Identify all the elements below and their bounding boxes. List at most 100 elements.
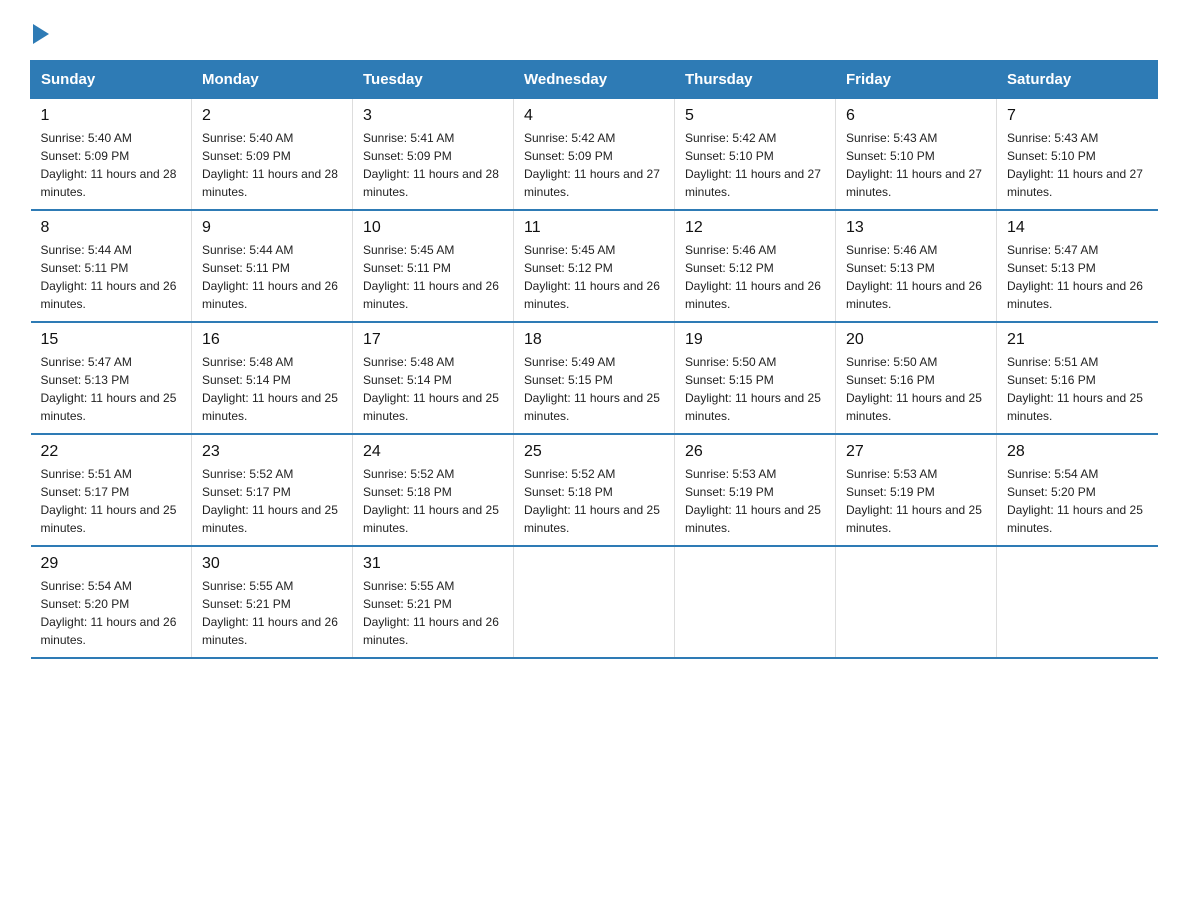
day-info: Sunrise: 5:52 AMSunset: 5:18 PMDaylight:…: [524, 465, 664, 537]
day-info: Sunrise: 5:54 AMSunset: 5:20 PMDaylight:…: [1007, 465, 1148, 537]
day-info: Sunrise: 5:48 AMSunset: 5:14 PMDaylight:…: [202, 353, 342, 425]
day-number: 19: [685, 331, 825, 349]
day-number: 12: [685, 219, 825, 237]
day-info: Sunrise: 5:44 AMSunset: 5:11 PMDaylight:…: [41, 241, 182, 313]
calendar-cell: 8 Sunrise: 5:44 AMSunset: 5:11 PMDaylight…: [31, 210, 192, 322]
day-number: 10: [363, 219, 503, 237]
calendar-cell: 29 Sunrise: 5:54 AMSunset: 5:20 PMDayligh…: [31, 546, 192, 658]
day-number: 20: [846, 331, 986, 349]
day-number: 3: [363, 107, 503, 125]
day-number: 14: [1007, 219, 1148, 237]
day-info: Sunrise: 5:51 AMSunset: 5:16 PMDaylight:…: [1007, 353, 1148, 425]
day-number: 22: [41, 443, 182, 461]
calendar-cell: 1Sunrise: 5:40 AMSunset: 5:09 PMDaylight…: [31, 99, 192, 211]
calendar-cell: [675, 546, 836, 658]
day-info: Sunrise: 5:40 AMSunset: 5:09 PMDaylight:…: [202, 129, 342, 201]
weekday-header-wednesday: Wednesday: [514, 61, 675, 99]
calendar-header: SundayMondayTuesdayWednesdayThursdayFrid…: [31, 61, 1158, 99]
day-info: Sunrise: 5:45 AMSunset: 5:12 PMDaylight:…: [524, 241, 664, 313]
day-info: Sunrise: 5:46 AMSunset: 5:12 PMDaylight:…: [685, 241, 825, 313]
logo: [30, 20, 49, 40]
calendar-cell: 15 Sunrise: 5:47 AMSunset: 5:13 PMDayligh…: [31, 322, 192, 434]
calendar-cell: 19 Sunrise: 5:50 AMSunset: 5:15 PMDayligh…: [675, 322, 836, 434]
calendar-cell: 20 Sunrise: 5:50 AMSunset: 5:16 PMDayligh…: [836, 322, 997, 434]
day-info: Sunrise: 5:50 AMSunset: 5:16 PMDaylight:…: [846, 353, 986, 425]
calendar-cell: 22Sunrise: 5:51 AMSunset: 5:17 PMDayligh…: [31, 434, 192, 546]
day-number: 5: [685, 107, 825, 125]
calendar-cell: 11 Sunrise: 5:45 AMSunset: 5:12 PMDayligh…: [514, 210, 675, 322]
calendar-cell: 30 Sunrise: 5:55 AMSunset: 5:21 PMDayligh…: [192, 546, 353, 658]
page-header: [30, 20, 1158, 40]
day-info: Sunrise: 5:42 AMSunset: 5:09 PMDaylight:…: [524, 129, 664, 201]
day-number: 2: [202, 107, 342, 125]
calendar-cell: [836, 546, 997, 658]
weekday-header-friday: Friday: [836, 61, 997, 99]
calendar-cell: 3Sunrise: 5:41 AMSunset: 5:09 PMDaylight…: [353, 99, 514, 211]
day-info: Sunrise: 5:46 AMSunset: 5:13 PMDaylight:…: [846, 241, 986, 313]
day-info: Sunrise: 5:55 AMSunset: 5:21 PMDaylight:…: [363, 577, 503, 649]
day-number: 9: [202, 219, 342, 237]
weekday-header-sunday: Sunday: [31, 61, 192, 99]
day-number: 13: [846, 219, 986, 237]
day-number: 11: [524, 219, 664, 237]
day-info: Sunrise: 5:40 AMSunset: 5:09 PMDaylight:…: [41, 129, 182, 201]
calendar-cell: 6 Sunrise: 5:43 AMSunset: 5:10 PMDaylight…: [836, 99, 997, 211]
calendar-cell: [997, 546, 1158, 658]
calendar-cell: 2 Sunrise: 5:40 AMSunset: 5:09 PMDaylight…: [192, 99, 353, 211]
calendar-cell: 5 Sunrise: 5:42 AMSunset: 5:10 PMDaylight…: [675, 99, 836, 211]
day-info: Sunrise: 5:54 AMSunset: 5:20 PMDaylight:…: [41, 577, 182, 649]
day-info: Sunrise: 5:42 AMSunset: 5:10 PMDaylight:…: [685, 129, 825, 201]
calendar-cell: 13 Sunrise: 5:46 AMSunset: 5:13 PMDayligh…: [836, 210, 997, 322]
day-info: Sunrise: 5:48 AMSunset: 5:14 PMDaylight:…: [363, 353, 503, 425]
calendar-cell: 26 Sunrise: 5:53 AMSunset: 5:19 PMDayligh…: [675, 434, 836, 546]
calendar-cell: 9 Sunrise: 5:44 AMSunset: 5:11 PMDaylight…: [192, 210, 353, 322]
day-number: 21: [1007, 331, 1148, 349]
day-number: 24: [363, 443, 503, 461]
day-info: Sunrise: 5:44 AMSunset: 5:11 PMDaylight:…: [202, 241, 342, 313]
week-row-2: 8 Sunrise: 5:44 AMSunset: 5:11 PMDaylight…: [31, 210, 1158, 322]
calendar-cell: 24 Sunrise: 5:52 AMSunset: 5:18 PMDayligh…: [353, 434, 514, 546]
day-info: Sunrise: 5:50 AMSunset: 5:15 PMDaylight:…: [685, 353, 825, 425]
day-info: Sunrise: 5:49 AMSunset: 5:15 PMDaylight:…: [524, 353, 664, 425]
day-number: 4: [524, 107, 664, 125]
day-number: 29: [41, 555, 182, 573]
calendar-cell: 14 Sunrise: 5:47 AMSunset: 5:13 PMDayligh…: [997, 210, 1158, 322]
day-info: Sunrise: 5:52 AMSunset: 5:18 PMDaylight:…: [363, 465, 503, 537]
calendar-cell: [514, 546, 675, 658]
weekday-header-saturday: Saturday: [997, 61, 1158, 99]
day-number: 26: [685, 443, 825, 461]
day-number: 8: [41, 219, 182, 237]
day-info: Sunrise: 5:43 AMSunset: 5:10 PMDaylight:…: [846, 129, 986, 201]
day-info: Sunrise: 5:52 AMSunset: 5:17 PMDaylight:…: [202, 465, 342, 537]
day-number: 7: [1007, 107, 1148, 125]
calendar-cell: 21 Sunrise: 5:51 AMSunset: 5:16 PMDayligh…: [997, 322, 1158, 434]
day-number: 25: [524, 443, 664, 461]
calendar-cell: 12 Sunrise: 5:46 AMSunset: 5:12 PMDayligh…: [675, 210, 836, 322]
day-number: 31: [363, 555, 503, 573]
logo-arrow-icon: [33, 24, 49, 44]
weekday-header-tuesday: Tuesday: [353, 61, 514, 99]
calendar-cell: 25 Sunrise: 5:52 AMSunset: 5:18 PMDayligh…: [514, 434, 675, 546]
calendar-cell: 7Sunrise: 5:43 AMSunset: 5:10 PMDaylight…: [997, 99, 1158, 211]
week-row-3: 15 Sunrise: 5:47 AMSunset: 5:13 PMDayligh…: [31, 322, 1158, 434]
day-number: 15: [41, 331, 182, 349]
weekday-header-thursday: Thursday: [675, 61, 836, 99]
day-info: Sunrise: 5:53 AMSunset: 5:19 PMDaylight:…: [846, 465, 986, 537]
calendar-body: 1Sunrise: 5:40 AMSunset: 5:09 PMDaylight…: [31, 99, 1158, 659]
calendar-table: SundayMondayTuesdayWednesdayThursdayFrid…: [30, 60, 1158, 659]
calendar-cell: 27 Sunrise: 5:53 AMSunset: 5:19 PMDayligh…: [836, 434, 997, 546]
week-row-4: 22Sunrise: 5:51 AMSunset: 5:17 PMDayligh…: [31, 434, 1158, 546]
day-number: 6: [846, 107, 986, 125]
calendar-cell: 31 Sunrise: 5:55 AMSunset: 5:21 PMDayligh…: [353, 546, 514, 658]
calendar-cell: 17Sunrise: 5:48 AMSunset: 5:14 PMDayligh…: [353, 322, 514, 434]
day-info: Sunrise: 5:45 AMSunset: 5:11 PMDaylight:…: [363, 241, 503, 313]
day-info: Sunrise: 5:47 AMSunset: 5:13 PMDaylight:…: [41, 353, 182, 425]
day-number: 30: [202, 555, 342, 573]
day-info: Sunrise: 5:47 AMSunset: 5:13 PMDaylight:…: [1007, 241, 1148, 313]
day-number: 27: [846, 443, 986, 461]
week-row-5: 29 Sunrise: 5:54 AMSunset: 5:20 PMDayligh…: [31, 546, 1158, 658]
day-info: Sunrise: 5:53 AMSunset: 5:19 PMDaylight:…: [685, 465, 825, 537]
day-number: 23: [202, 443, 342, 461]
day-info: Sunrise: 5:55 AMSunset: 5:21 PMDaylight:…: [202, 577, 342, 649]
calendar-cell: 23 Sunrise: 5:52 AMSunset: 5:17 PMDayligh…: [192, 434, 353, 546]
